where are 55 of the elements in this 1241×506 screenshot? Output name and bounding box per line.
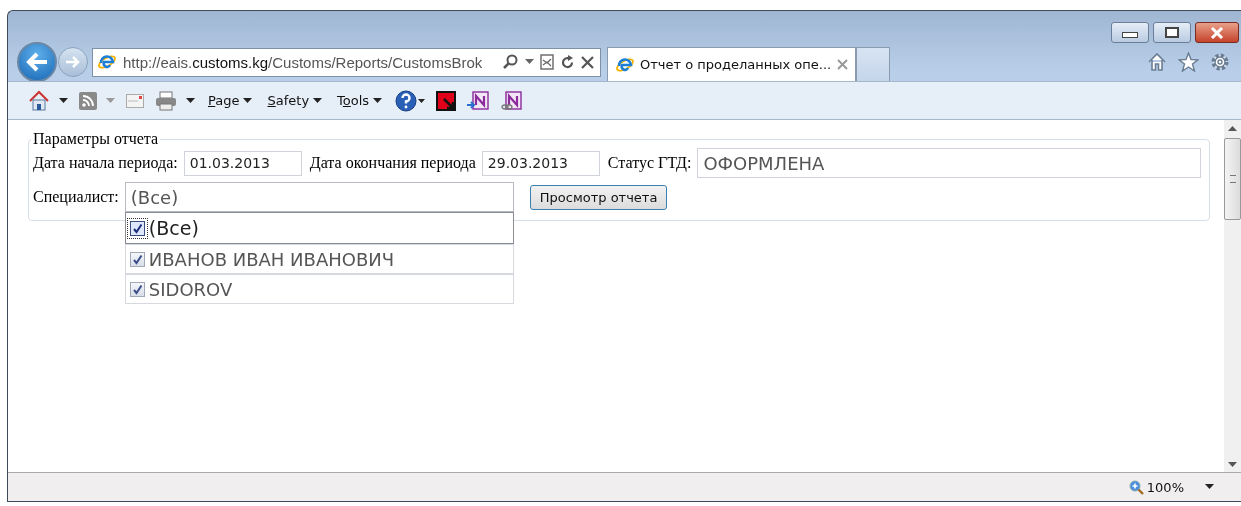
help-icon[interactable] bbox=[395, 89, 426, 112]
home-icon[interactable] bbox=[1147, 52, 1167, 72]
status-field[interactable]: ОФОРМЛЕНА bbox=[697, 148, 1201, 178]
dropdown-option[interactable]: SIDOROV bbox=[124, 274, 514, 304]
note-send-icon[interactable] bbox=[467, 90, 490, 111]
start-date-field[interactable]: 01.03.2013 bbox=[183, 150, 302, 176]
menu-button[interactable]: Page bbox=[206, 93, 255, 108]
field-label: Дата начала периода: bbox=[33, 154, 178, 172]
caret-icon[interactable] bbox=[186, 97, 195, 104]
caret-icon[interactable] bbox=[1205, 484, 1214, 490]
search-icon[interactable] bbox=[503, 54, 519, 70]
star-icon[interactable] bbox=[1178, 52, 1199, 72]
field-label: Специалист: bbox=[33, 188, 119, 206]
caret-icon bbox=[373, 97, 383, 104]
menu-button[interactable]: Tools bbox=[335, 93, 385, 108]
zoom-level[interactable]: 100% bbox=[1146, 479, 1184, 495]
caret-icon[interactable] bbox=[59, 97, 68, 104]
close-icon bbox=[1210, 26, 1224, 39]
specialist-combobox[interactable]: (Все) bbox=[124, 182, 514, 212]
feed-icon[interactable] bbox=[79, 91, 97, 110]
field-label: Статус ГТД: bbox=[607, 154, 692, 172]
forward-arrow-icon bbox=[65, 55, 81, 69]
checkbox[interactable] bbox=[129, 281, 145, 297]
vertical-scrollbar[interactable] bbox=[1224, 120, 1241, 472]
browser-tab[interactable]: Отчет о проделанных опе... bbox=[607, 47, 856, 81]
settings-icon[interactable] bbox=[1210, 52, 1230, 72]
dropdown-option[interactable]: ИВАНОВ ИВАН ИВАНОВИЧ bbox=[124, 244, 514, 274]
caret-icon bbox=[313, 97, 323, 104]
close-button[interactable] bbox=[1195, 22, 1239, 43]
refresh-icon[interactable] bbox=[560, 54, 575, 70]
field-label: Дата окончания периода bbox=[309, 154, 476, 172]
checkbox[interactable] bbox=[129, 220, 145, 236]
group-title: Параметры отчета bbox=[32, 130, 160, 148]
zoom-icon[interactable] bbox=[1128, 479, 1144, 495]
printer-icon[interactable] bbox=[155, 90, 177, 111]
address-field[interactable]: http://eais.customs.kg/Customs/Reports/CustomsBrok bbox=[92, 47, 601, 77]
note-link-icon[interactable] bbox=[500, 90, 523, 111]
back-arrow-icon bbox=[25, 51, 49, 73]
minimize-button[interactable] bbox=[1111, 22, 1149, 43]
caret-icon bbox=[243, 97, 253, 104]
menu-button[interactable]: Safety bbox=[265, 93, 325, 108]
mail-icon[interactable] bbox=[126, 93, 144, 108]
view-report-button[interactable]: Просмотр отчета bbox=[529, 184, 668, 210]
scroll-down-icon[interactable] bbox=[1228, 462, 1237, 468]
back-button[interactable] bbox=[17, 42, 57, 82]
dropdown-option[interactable]: (Все) bbox=[124, 212, 514, 244]
home-icon[interactable] bbox=[28, 89, 50, 112]
end-date-field[interactable]: 29.03.2013 bbox=[481, 150, 600, 176]
maximize-button[interactable] bbox=[1153, 22, 1191, 43]
browser-logo-icon bbox=[97, 52, 117, 72]
antivirus-icon[interactable] bbox=[436, 90, 457, 111]
checkbox[interactable] bbox=[129, 251, 145, 267]
compatibility-icon[interactable] bbox=[540, 54, 554, 70]
close-icon[interactable] bbox=[581, 55, 594, 69]
scroll-up-icon[interactable] bbox=[1228, 126, 1237, 132]
